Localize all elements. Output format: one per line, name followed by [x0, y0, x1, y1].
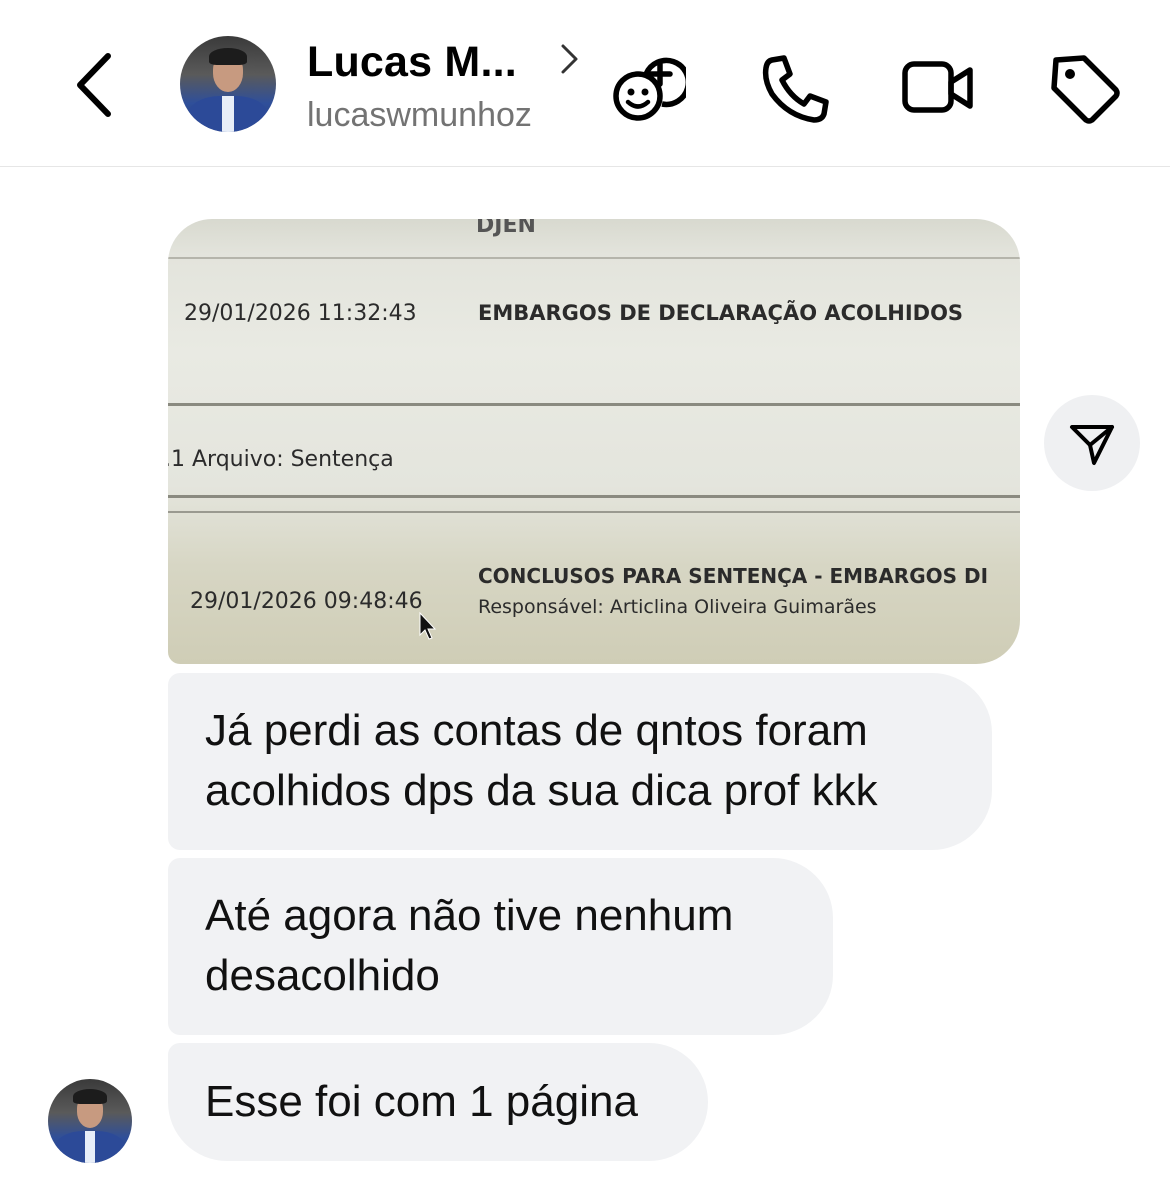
message-bubble[interactable]: Até agora não tive nenhum desacolhido — [168, 858, 833, 1035]
send-icon — [1070, 425, 1114, 465]
photo-text-top: DJEN — [476, 219, 536, 238]
share-button[interactable] — [1044, 395, 1140, 491]
avatar[interactable] — [180, 36, 276, 132]
back-chevron-icon[interactable] — [70, 50, 120, 120]
message-text-line: desacolhido — [205, 951, 440, 1000]
photo-row1-time: 29/01/2026 11:32:43 — [184, 301, 417, 326]
photo-row2-text: .1 Arquivo: Sentença — [168, 447, 394, 472]
message-bubble[interactable]: Esse foi com 1 página — [168, 1043, 708, 1161]
message-thread[interactable]: DJEN 29/01/2026 11:32:43 EMBARGOS DE DEC… — [0, 166, 1170, 1193]
photo-row3-sub: Responsável: Articlina Oliveira Guimarãe… — [478, 596, 877, 618]
message-text-line: Esse foi com 1 página — [205, 1077, 638, 1126]
message-text-line: acolhidos dps da sua dica prof kkk — [205, 766, 878, 815]
shared-photo[interactable]: DJEN 29/01/2026 11:32:43 EMBARGOS DE DEC… — [168, 219, 1020, 664]
video-icon[interactable] — [900, 50, 976, 126]
chevron-right-icon[interactable] — [558, 42, 580, 76]
photo-row1-event: EMBARGOS DE DECLARAÇÃO ACOLHIDOS — [478, 301, 964, 325]
tag-icon[interactable] — [1046, 50, 1122, 126]
contact-name[interactable]: Lucas M... — [307, 38, 517, 87]
chat-header: Lucas M... lucaswmunhoz — [0, 0, 1170, 167]
photo-row3-time: 29/01/2026 09:48:46 — [190, 589, 423, 614]
avatar[interactable] — [48, 1079, 132, 1163]
photo-row3-event: CONCLUSOS PARA SENTENÇA - EMBARGOS DI — [478, 564, 989, 588]
message-text-line: Até agora não tive nenhum — [205, 891, 734, 940]
mouse-cursor-icon — [419, 611, 437, 640]
message-text-line: Já perdi as contas de qntos foram — [205, 706, 868, 755]
contact-username[interactable]: lucaswmunhoz — [307, 96, 532, 135]
games-icon[interactable] — [610, 50, 686, 126]
phone-icon[interactable] — [758, 50, 834, 126]
message-bubble[interactable]: Já perdi as contas de qntos foram acolhi… — [168, 673, 992, 850]
